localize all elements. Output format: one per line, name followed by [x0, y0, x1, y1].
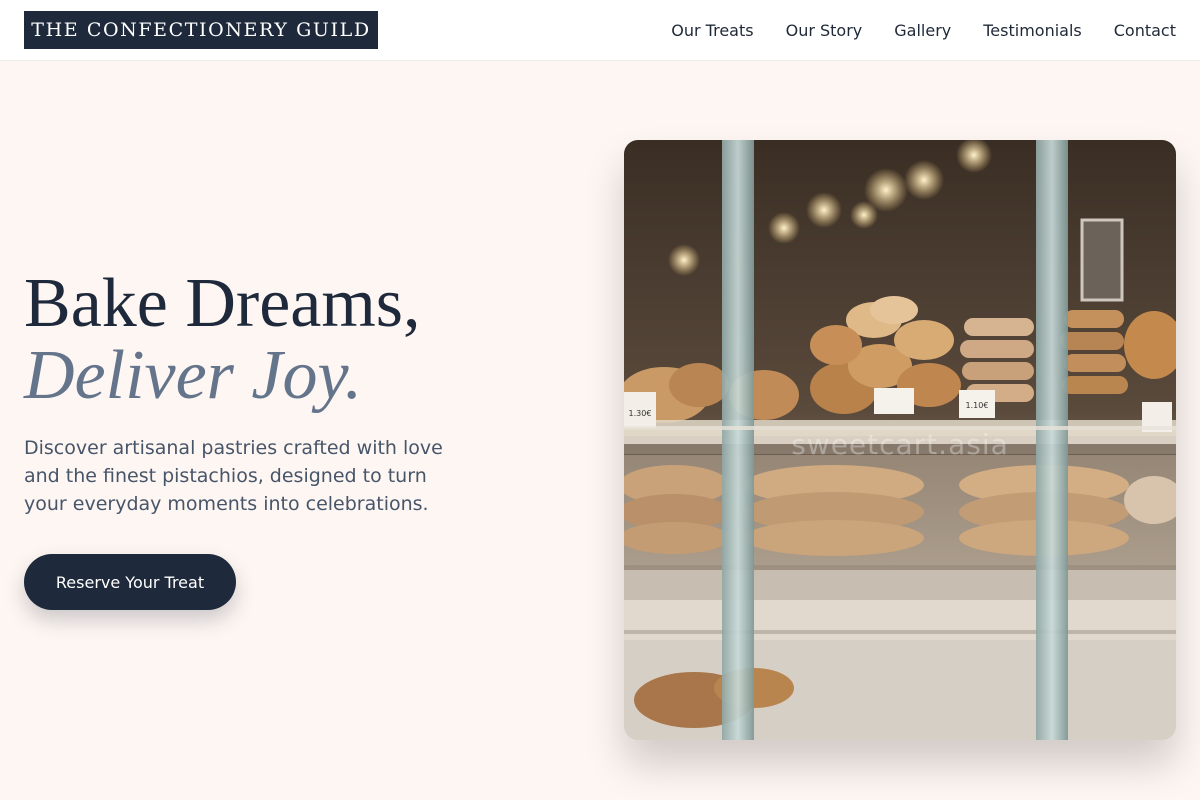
- headline-line-1: Bake Dreams,: [24, 265, 421, 342]
- reserve-treat-button[interactable]: Reserve Your Treat: [24, 554, 236, 610]
- image-watermark: sweetcart.asia: [791, 428, 1009, 461]
- hero-image-bakery-display: 1.30€ 1.10€ sweetcart.asia: [624, 140, 1176, 740]
- nav-link-our-treats[interactable]: Our Treats: [671, 21, 753, 40]
- hero-section: Bake Dreams, Deliver Joy. Discover artis…: [24, 268, 544, 518]
- hero-headline: Bake Dreams, Deliver Joy.: [24, 268, 544, 412]
- nav-link-testimonials[interactable]: Testimonials: [983, 21, 1082, 40]
- main-nav: Our Treats Our Story Gallery Testimonial…: [671, 0, 1176, 60]
- hero-subtitle: Discover artisanal pastries crafted with…: [24, 437, 443, 515]
- price-tag-2: 1.10€: [966, 401, 989, 410]
- site-header: THE CONFECTIONERY GUILD Our Treats Our S…: [0, 0, 1200, 61]
- tarts-lower-shelf: [624, 455, 1176, 565]
- headline-line-2: Deliver Joy.: [24, 337, 363, 414]
- price-tag-1: 1.30€: [629, 409, 652, 418]
- nav-link-gallery[interactable]: Gallery: [894, 21, 951, 40]
- nav-link-our-story[interactable]: Our Story: [786, 21, 863, 40]
- nav-link-contact[interactable]: Contact: [1114, 21, 1176, 40]
- brand-logo[interactable]: THE CONFECTIONERY GUILD: [24, 11, 378, 49]
